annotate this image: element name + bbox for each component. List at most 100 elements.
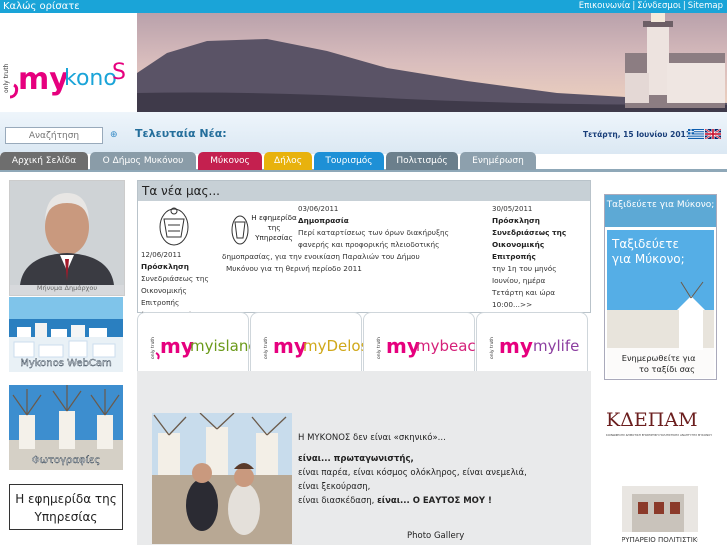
news-text: Μυκόνου για τη θερινή περίοδο 2011 — [226, 264, 362, 273]
grypareio-text: ΓΡΥΠΑΡΕΙΟ ΠΟΛΙΤΙΣΤΙΚΟ — [622, 536, 698, 544]
travel-image: Ταξιδεύετε για Μύκονο; Ενημερωθείτε για … — [607, 230, 714, 378]
news-date: 03/06/2011 — [298, 205, 339, 213]
news-text: Ιουνίου, ημέρα — [492, 276, 546, 285]
photos-label: Φωτογραφίες — [32, 454, 101, 466]
newspaper-logo-text: Η εφημερίδα της Υπηρεσίας — [251, 213, 297, 242]
nav-tab-culture[interactable]: Πολιτισμός — [386, 152, 458, 170]
logo-text: my — [18, 62, 69, 97]
nav-tab-news[interactable]: Ενημέρωση — [460, 152, 536, 170]
windmills-photo[interactable] — [152, 413, 292, 544]
tab-label: mybeach — [416, 337, 476, 355]
nav-tab-mykonos[interactable]: Μύκονος — [198, 152, 262, 170]
news-item-2[interactable]: 03/06/2011 Δημοπρασία Περί καταρτίσεως τ… — [222, 203, 488, 275]
nav-tab-label: Πολιτισμός — [396, 156, 448, 166]
photos-banner[interactable]: Φωτογραφίες — [9, 385, 123, 470]
svg-text:my: my — [499, 334, 533, 358]
municipality-emblem-icon — [159, 207, 189, 246]
nav-tab-tourism[interactable]: Τουρισμός — [314, 152, 384, 170]
webcam-banner[interactable]: Mykonos WebCam — [9, 297, 123, 372]
intro-text: Η ΜΥΚΟΝΟΣ δεν είναι «σκηνικό»... είναι..… — [298, 431, 527, 508]
news-item-3[interactable]: 30/05/2011 Πρόσκληση Συνεδριάσεως της Οικο… — [492, 203, 588, 311]
intro-line: είναι παρέα, είναι κόσμος ολόκληρος, είν… — [298, 468, 527, 478]
uk-flag-icon[interactable] — [705, 129, 721, 139]
newspaper-banner[interactable]: Η εφημερίδα της Υπηρεσίας — [9, 484, 123, 530]
news-text: δημοπρασίας, για την ενοικίαση Παραλιών … — [222, 252, 420, 261]
mykonos-logo[interactable]: only truth my kono S — [0, 13, 136, 112]
links-link[interactable]: Σύνδεσμοι — [637, 0, 681, 13]
nav-tab-label: Ενημέρωση — [472, 156, 524, 166]
travel-title: Ταξιδεύετε για Μύκονο; — [605, 195, 716, 227]
intro-line: είναι... πρωταγωνιστής, — [298, 454, 414, 464]
photo-gallery-link[interactable]: Photo Gallery — [407, 531, 464, 541]
separator: | — [682, 1, 686, 11]
svg-text:Ταξιδεύετε για Μύκονο;: Ταξιδεύετε για Μύκονο; — [611, 237, 685, 266]
tab-mydelos[interactable]: only truth my myDelos — [250, 312, 369, 372]
newspaper-logo: Η εφημερίδα της Υπηρεσίας — [230, 206, 298, 250]
svg-text:only truth: only truth — [489, 337, 495, 359]
mayor-caption: Μήνυμα Δημάρχου — [36, 284, 98, 292]
nav-tab-label: Ο Δήμος Μυκόνου — [102, 156, 184, 166]
current-date: Τετάρτη, 15 Ιουνίου 2011 — [583, 130, 691, 139]
emblem-icon — [231, 215, 249, 245]
search-icon[interactable]: ⊕ — [110, 130, 120, 140]
tab-myisland[interactable]: only truth my myisland — [137, 312, 258, 372]
grypareio-banner[interactable]: ΓΡΥΠΑΡΕΙΟ ΠΟΛΙΤΙΣΤΙΚΟ — [622, 486, 698, 545]
nav-tab-home[interactable]: Αρχική Σελίδα — [0, 152, 88, 170]
tab-mybeach[interactable]: only truth my mybeach — [363, 312, 485, 372]
webcam-label: Mykonos WebCam — [20, 358, 112, 369]
svg-text:only truth: only truth — [263, 337, 269, 359]
news-title: Τα νέα μας... — [138, 181, 590, 201]
news-text[interactable]: 10:00...>> — [492, 299, 588, 311]
product-tabs: only truth my myisland only truth my myD… — [137, 312, 591, 372]
svg-text:kono: kono — [64, 66, 117, 91]
travel-banner[interactable]: Ταξιδεύετε για Μύκονο; Ταξιδεύετε για Μύ… — [604, 194, 717, 380]
nav-tab-municipality[interactable]: Ο Δήμος Μυκόνου — [90, 152, 196, 170]
intro-line: Η ΜΥΚΟΝΟΣ δεν είναι «σκηνικό»... — [298, 433, 446, 443]
greek-flag-icon[interactable] — [688, 129, 704, 139]
top-links: Επικοινωνία | Σύνδεσμοι | Sitemap — [579, 0, 723, 13]
nav-tab-label: Τουρισμός — [325, 156, 373, 166]
news-headline: Πρόσκληση — [141, 262, 189, 271]
tab-label: mylife — [533, 337, 579, 355]
svg-text:my: my — [386, 334, 420, 358]
svg-text:only truth: only truth — [150, 337, 156, 359]
news-text: Επιτροπής — [141, 298, 180, 307]
sitemap-link[interactable]: Sitemap — [688, 0, 723, 13]
search-input[interactable] — [5, 127, 103, 144]
news-headline: Πρόσκληση Συνεδριάσεως της Οικονομικής Επιτ… — [492, 216, 567, 261]
nav-tab-label: Δήλος — [274, 156, 302, 166]
svg-text:S: S — [112, 60, 126, 85]
kdepam-logo[interactable]: ΚΔΕΠΑΜ ΚΟΙΝΩΦΕΛΗΣ ΔΗΜΟΤΙΚΗ ΕΠΙΧΕΙΡΗΣΗ ΠΟ… — [604, 404, 717, 456]
top-bar: Καλώς ορίσατε Επικοινωνία | Σύνδεσμοι | Site… — [0, 0, 727, 13]
header: only truth my kono S — [0, 13, 727, 112]
news-text: Τετάρτη και ώρα — [492, 288, 556, 297]
latest-news-label: Τελευταία Νέα: — [135, 127, 227, 140]
kdepam-text: ΚΔΕΠΑΜ — [606, 409, 698, 431]
welcome-text: Καλώς ορίσατε — [3, 1, 80, 12]
main-navigation: Αρχική Σελίδα Ο Δήμος Μυκόνου Μύκονος Δή… — [0, 152, 727, 172]
news-text: την 1η του μηνός — [492, 264, 557, 273]
tab-label: myDelos — [303, 337, 363, 355]
header-banner-image — [137, 13, 727, 112]
contact-link[interactable]: Επικοινωνία — [579, 0, 631, 13]
intro-section: Η ΜΥΚΟΝΟΣ δεν είναι «σκηνικό»... είναι..… — [137, 371, 591, 545]
intro-line: είναι διασκέδαση, είναι... Ο ΕΑΥΤΟΣ ΜΟΥ … — [298, 496, 492, 506]
news-text: Περί καταρτίσεως των όρων διακήρυξης — [298, 228, 449, 237]
news-text: φανερής και προφορικής πλειοδοτικής — [298, 240, 440, 249]
search-bar: ⊕ Τελευταία Νέα: Τετάρτη, 15 Ιουνίου 201… — [0, 112, 727, 154]
news-headline: Δημοπρασία — [298, 216, 349, 225]
separator: | — [632, 1, 636, 11]
news-panel: Τα νέα μας... Η εφημερίδα της Υπηρεσίας … — [137, 180, 591, 319]
nav-tab-delos[interactable]: Δήλος — [264, 152, 312, 170]
intro-line: είναι ξεκούραση, — [298, 482, 371, 492]
svg-text:only truth: only truth — [3, 63, 10, 93]
tab-label: myisland — [190, 337, 250, 355]
mayor-photo[interactable] — [9, 180, 125, 296]
svg-text:ΚΟΙΝΩΦΕΛΗΣ ΔΗΜΟΤΙΚΗ ΕΠΙΧΕΙΡΗΣΗ: ΚΟΙΝΩΦΕΛΗΣ ΔΗΜΟΤΙΚΗ ΕΠΙΧΕΙΡΗΣΗ ΠΟΛΙΤΙΣΤΙ… — [606, 433, 712, 437]
nav-tab-label: Μύκονος — [210, 156, 250, 166]
nav-tab-label: Αρχική Σελίδα — [11, 156, 77, 166]
tab-mylife[interactable]: only truth my mylife — [476, 312, 588, 372]
svg-text:only truth: only truth — [376, 337, 382, 359]
svg-text:my: my — [273, 334, 307, 358]
news-text: Οικονομικής — [141, 286, 187, 295]
